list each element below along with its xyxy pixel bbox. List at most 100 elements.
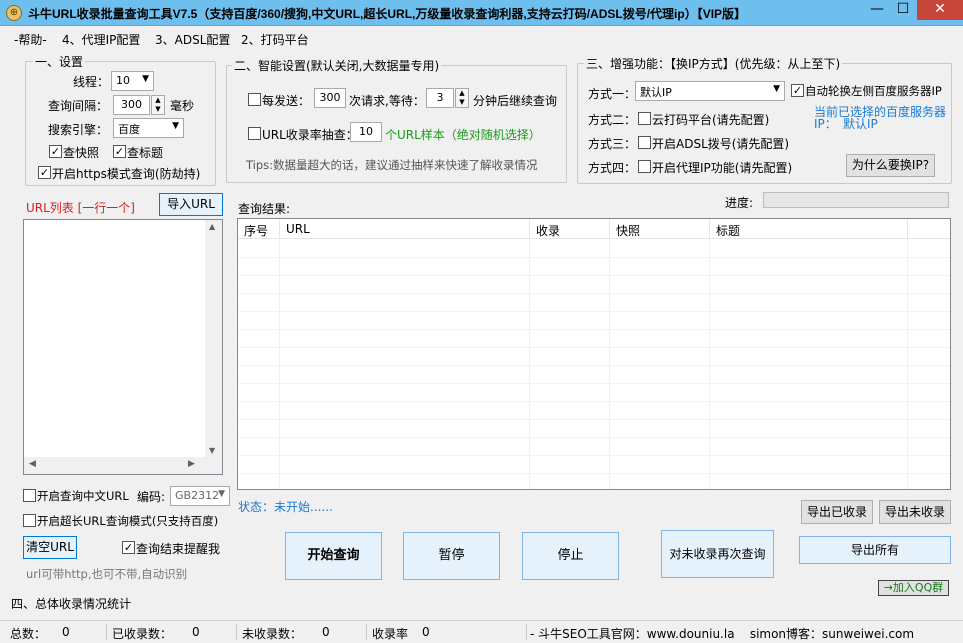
mode2-checkbox[interactable]	[638, 112, 651, 125]
requery-button[interactable]: 对未收录再次查询	[661, 530, 774, 578]
table-row	[238, 257, 950, 258]
title-bar[interactable]: ⊕ 斗牛URL收录批量查询工具V7.5（支持百度/360/搜狗,中文URL,超长…	[0, 0, 963, 26]
threads-select[interactable]: 10 ▼	[111, 71, 154, 91]
title-checkbox[interactable]: ✓	[113, 145, 126, 158]
status-text: 状态：未开始......	[238, 500, 333, 514]
minimize-button[interactable]: —	[864, 0, 890, 20]
sample-input[interactable]: 10	[350, 122, 382, 142]
column-header-snapshot[interactable]: 快照	[610, 219, 710, 239]
app-logo-icon: ⊕	[6, 5, 22, 21]
stop-button[interactable]: 停止	[522, 532, 619, 580]
wait-stepper[interactable]: ▲ ▼	[455, 88, 469, 108]
column-header-indexed[interactable]: 收录	[530, 219, 610, 239]
results-label: 查询结果:	[238, 202, 291, 216]
scroll-right-icon[interactable]: ▶	[188, 459, 195, 469]
table-row	[238, 419, 950, 420]
sample-suffix: 个URL样本（绝对随机选择）	[385, 128, 541, 142]
join-qq-button[interactable]: →加入QQ群	[878, 580, 949, 596]
rate-value: 0	[422, 625, 430, 639]
scroll-up-icon[interactable]: ▲	[209, 222, 215, 231]
import-url-button[interactable]: 导入URL	[159, 193, 223, 216]
url-list-label: URL列表 [一行一个]	[26, 201, 135, 215]
https-label: 开启https模式查询(防劫持)	[52, 167, 201, 181]
mode3-option: 开启ADSL拨号(请先配置)	[652, 137, 790, 151]
snapshot-checkbox[interactable]: ✓	[49, 145, 62, 158]
menu-captcha[interactable]: 2、打码平台	[241, 31, 309, 48]
wait-input[interactable]: 3	[426, 88, 454, 108]
auto-rotate-label: 自动轮换左侧百度服务器IP	[805, 84, 942, 98]
table-row	[238, 365, 950, 366]
interval-unit: 毫秒	[170, 99, 195, 113]
divider	[366, 624, 367, 640]
enhance-title: 三、增强功能：【换IP方式】(优先级：从上至下)	[584, 55, 843, 72]
every-send-checkbox[interactable]	[248, 93, 261, 106]
threads-label: 线程：	[73, 75, 110, 89]
vertical-scrollbar[interactable]: ▲ ▼	[205, 220, 222, 457]
smart-settings-title: 二、智能设置(默认关闭,大数据量专用)	[232, 57, 442, 74]
start-query-button[interactable]: 开始查询	[285, 532, 382, 580]
url-textarea[interactable]: ▲ ▼ ◀ ▶	[23, 219, 223, 475]
mode2-option: 云打码平台(请先配置)	[652, 113, 770, 127]
mode2-label: 方式二：	[588, 113, 637, 127]
why-change-ip-button[interactable]: 为什么要换IP?	[846, 154, 935, 177]
menu-bar: -帮助- 4、代理IP配置 3、ADSL配置 2、打码平台	[0, 27, 963, 49]
table-row	[238, 293, 950, 294]
menu-adsl[interactable]: 3、ADSL配置	[155, 31, 230, 48]
column-header-title[interactable]: 标题	[710, 219, 908, 239]
menu-proxy-ip[interactable]: 4、代理IP配置	[62, 31, 140, 48]
mode4-checkbox[interactable]	[638, 160, 651, 173]
unindexed-label: 未收录数：	[242, 627, 303, 641]
column-divider	[279, 239, 280, 489]
chevron-down-icon: ▼	[773, 84, 780, 94]
url-hint: url可带http,也可不带,自动识别	[26, 567, 188, 581]
long-url-checkbox[interactable]	[23, 514, 36, 527]
results-table[interactable]: 序号 URL 收录 快照 标题	[237, 218, 951, 490]
chevron-down-icon: ▼	[218, 489, 225, 499]
encoding-label: 编码:	[137, 490, 166, 504]
column-header-url[interactable]: URL	[280, 219, 530, 239]
mode1-label: 方式一：	[588, 87, 637, 101]
pause-button[interactable]: 暂停	[403, 532, 500, 580]
close-button[interactable]: ✕	[917, 0, 963, 20]
window-title: 斗牛URL收录批量查询工具V7.5（支持百度/360/搜狗,中文URL,超长UR…	[28, 7, 747, 21]
table-row	[238, 329, 950, 330]
menu-help[interactable]: -帮助-	[14, 31, 47, 48]
column-divider	[709, 239, 710, 489]
engine-label: 搜索引擎：	[48, 123, 109, 137]
maximize-button[interactable]: ☐	[890, 0, 916, 20]
clear-url-button[interactable]: 清空URL	[23, 536, 77, 559]
remind-done-checkbox[interactable]: ✓	[122, 541, 135, 554]
chinese-url-label: 开启查询中文URL	[37, 489, 129, 503]
engine-select[interactable]: 百度 ▼	[113, 118, 184, 138]
export-unindexed-button[interactable]: 导出未收录	[879, 500, 951, 524]
encoding-select[interactable]: GB2312 ▼	[170, 486, 230, 506]
chinese-url-checkbox[interactable]	[23, 489, 36, 502]
remind-done-label: 查询结束提醒我	[136, 542, 221, 556]
long-url-label: 开启超长URL查询模式(只支持百度)	[37, 514, 219, 528]
snapshot-label: 查快照	[63, 146, 100, 160]
summary-title: 四、总体收录情况统计	[11, 597, 132, 611]
scroll-down-icon[interactable]: ▼	[209, 446, 215, 455]
export-all-button[interactable]: 导出所有	[799, 536, 951, 564]
interval-stepper[interactable]: ▲ ▼	[151, 95, 165, 115]
https-checkbox[interactable]: ✓	[38, 166, 51, 179]
current-ip-label: IP：	[814, 117, 837, 131]
requests-wait-label: 次请求,等待：	[349, 94, 425, 108]
horizontal-scrollbar[interactable]: ◀ ▶	[24, 457, 222, 474]
table-row	[238, 401, 950, 402]
site-links[interactable]: - 斗牛SEO工具官网：www.douniu.la simon博客：sunwei…	[530, 625, 914, 642]
mode3-checkbox[interactable]	[638, 136, 651, 149]
chevron-down-icon: ▼	[172, 121, 179, 131]
sample-checkbox[interactable]	[248, 127, 261, 140]
column-header-index[interactable]: 序号	[238, 219, 280, 239]
scroll-left-icon[interactable]: ◀	[29, 459, 36, 469]
interval-input[interactable]: 300	[113, 95, 150, 115]
table-row	[238, 437, 950, 438]
export-indexed-button[interactable]: 导出已收录	[801, 500, 873, 524]
mode1-select[interactable]: 默认IP ▼	[635, 81, 785, 101]
indexed-value: 0	[192, 625, 200, 639]
column-divider	[907, 239, 908, 489]
divider	[106, 624, 107, 640]
auto-rotate-checkbox[interactable]: ✓	[791, 84, 804, 97]
every-send-input[interactable]: 300	[314, 88, 346, 108]
